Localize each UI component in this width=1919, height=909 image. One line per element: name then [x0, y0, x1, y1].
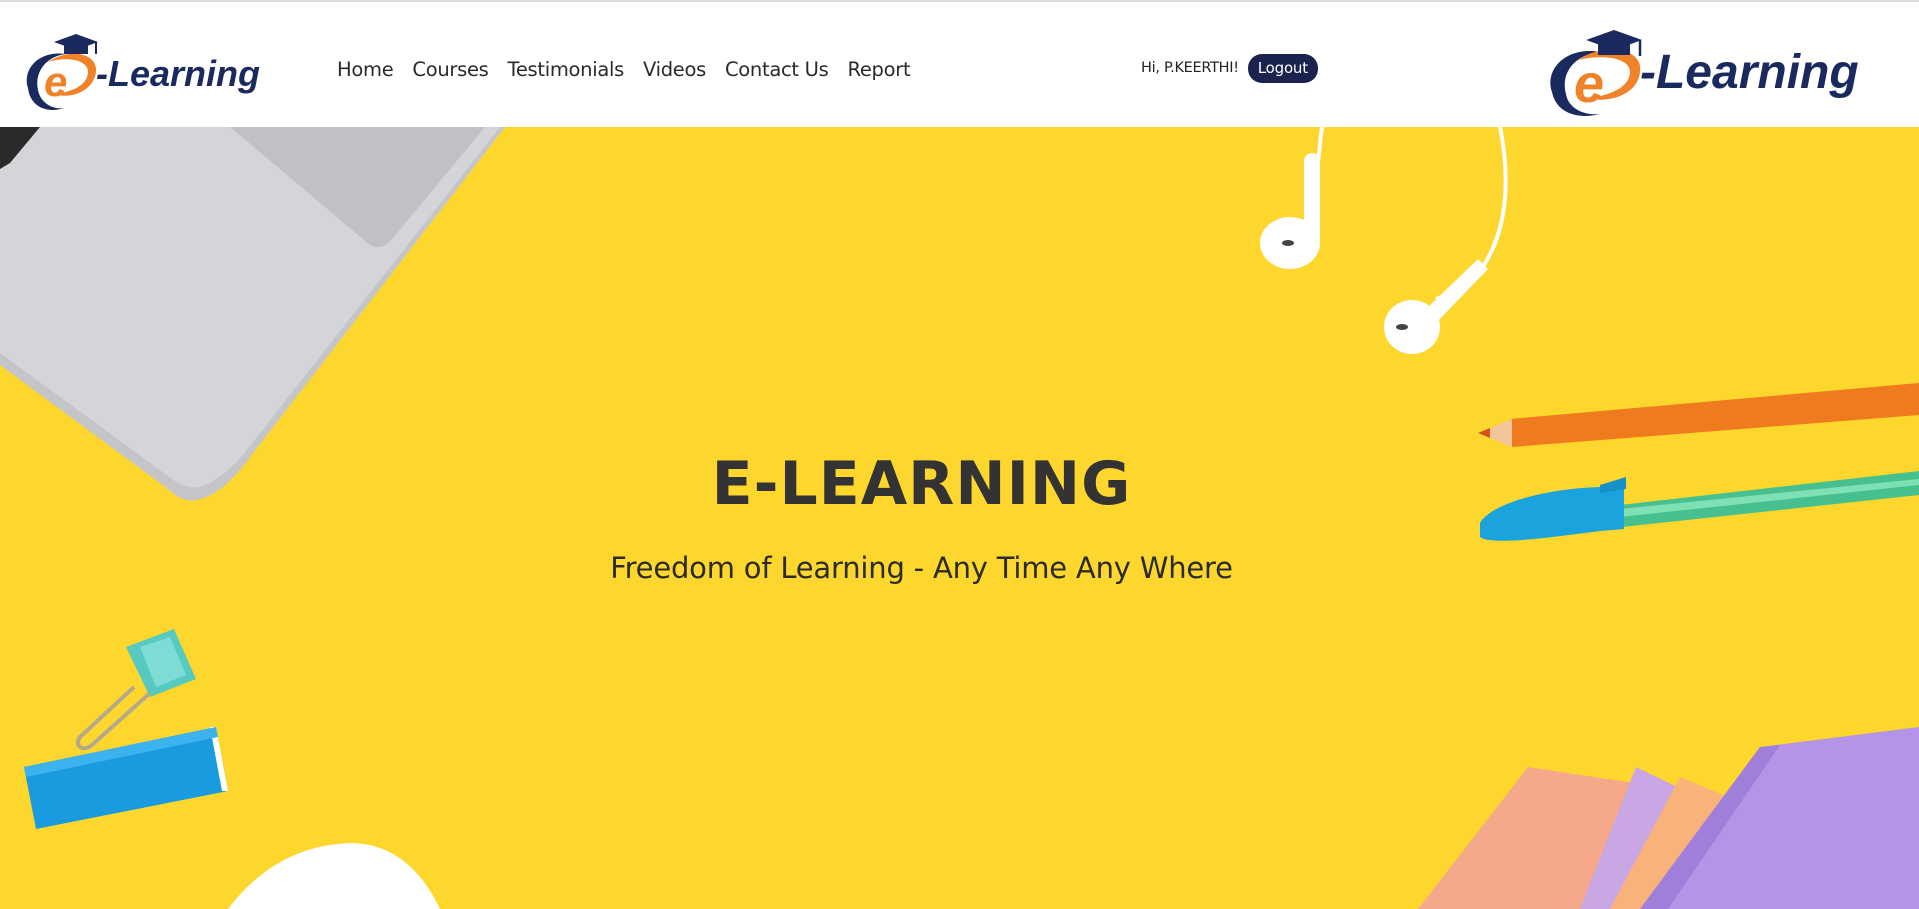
sticky-notes-image	[1418, 727, 1919, 909]
brand-logo[interactable]: e -Learning	[18, 28, 268, 118]
nav-testimonials[interactable]: Testimonials	[508, 58, 625, 81]
hero-title: E-LEARNING	[711, 449, 1132, 519]
nav-report[interactable]: Report	[847, 58, 910, 81]
mouse-image	[228, 843, 440, 909]
binder-clip-image	[75, 629, 196, 751]
navbar: e -Learning Home Courses Testimonials Vi…	[0, 2, 1919, 127]
nav-courses[interactable]: Courses	[412, 58, 488, 81]
brand-logo-right: e -Learning	[1550, 30, 1859, 116]
logo-letter: e	[44, 58, 67, 105]
logo-wordmark: -Learning	[96, 53, 260, 94]
logout-button[interactable]: Logout	[1247, 53, 1318, 83]
laptop-image	[0, 127, 505, 501]
nav-home[interactable]: Home	[337, 58, 394, 81]
user-greeting: Hi, P.KEERTHI!	[1141, 60, 1239, 76]
graduation-cap-icon	[54, 34, 98, 54]
eraser-image	[24, 727, 228, 829]
main-nav: Home Courses Testimonials Videos Contact…	[337, 54, 911, 84]
earbuds-image	[1260, 127, 1508, 354]
nav-videos[interactable]: Videos	[643, 58, 706, 81]
logo-wordmark-right: -Learning	[1640, 46, 1859, 99]
hero-subtitle: Freedom of Learning - Any Time Any Where	[610, 551, 1233, 585]
user-area: Hi, P.KEERTHI! Logout	[1141, 53, 1318, 83]
pencil-image	[1478, 383, 1919, 447]
nav-contact-us[interactable]: Contact Us	[725, 58, 829, 81]
logo-letter-right: e	[1574, 54, 1604, 114]
hero-banner: E-LEARNING Freedom of Learning - Any Tim…	[0, 127, 1919, 909]
